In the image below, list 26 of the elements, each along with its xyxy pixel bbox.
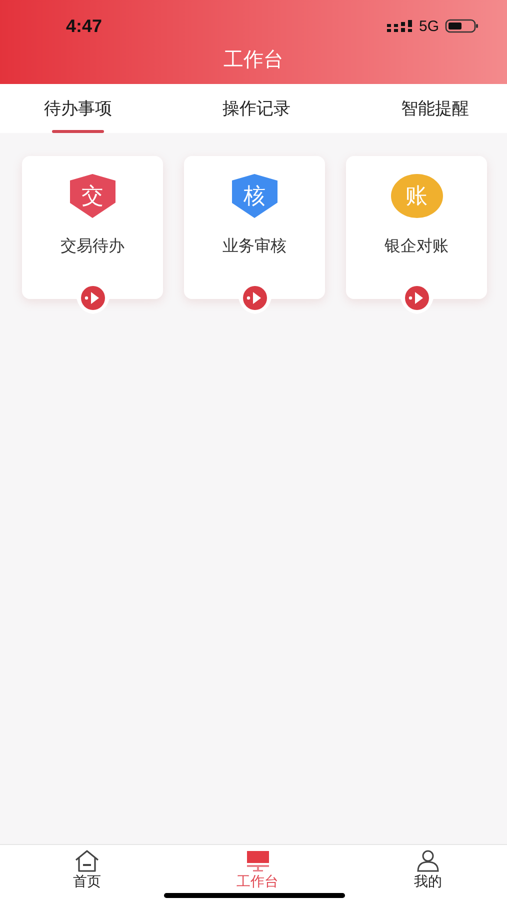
badge-icon: 账 [390,174,442,218]
nav-item[interactable]: 我的 [405,845,451,900]
play-icon [74,284,112,314]
nav-item[interactable]: 首页 [64,845,110,900]
task-card[interactable]: 核 业务审核 [184,156,325,299]
status-time: 4:47 [66,16,102,36]
page-title: 工作台 [222,46,284,73]
task-card[interactable]: 账 银企对账 [346,156,487,299]
tab[interactable]: 操作记录 [222,84,290,133]
network-label: 5G [418,18,439,34]
task-card[interactable]: 交 交易待办 [22,156,163,299]
monitor-icon [244,850,270,872]
card-label: 业务审核 [222,236,286,257]
card-label: 银企对账 [384,236,448,257]
play-icon [398,284,436,314]
signal-icon [386,20,413,32]
home-icon [74,850,100,872]
person-icon [415,850,441,872]
badge-icon: 交 [70,174,116,218]
battery-icon [445,19,479,33]
tab[interactable]: 智能提醒 [401,84,469,133]
play-icon [236,284,274,314]
badge-icon: 核 [232,174,278,218]
card-label: 交易待办 [60,236,124,257]
tab[interactable]: 待办事项 [44,84,112,133]
nav-item[interactable]: 工作台 [234,845,280,900]
